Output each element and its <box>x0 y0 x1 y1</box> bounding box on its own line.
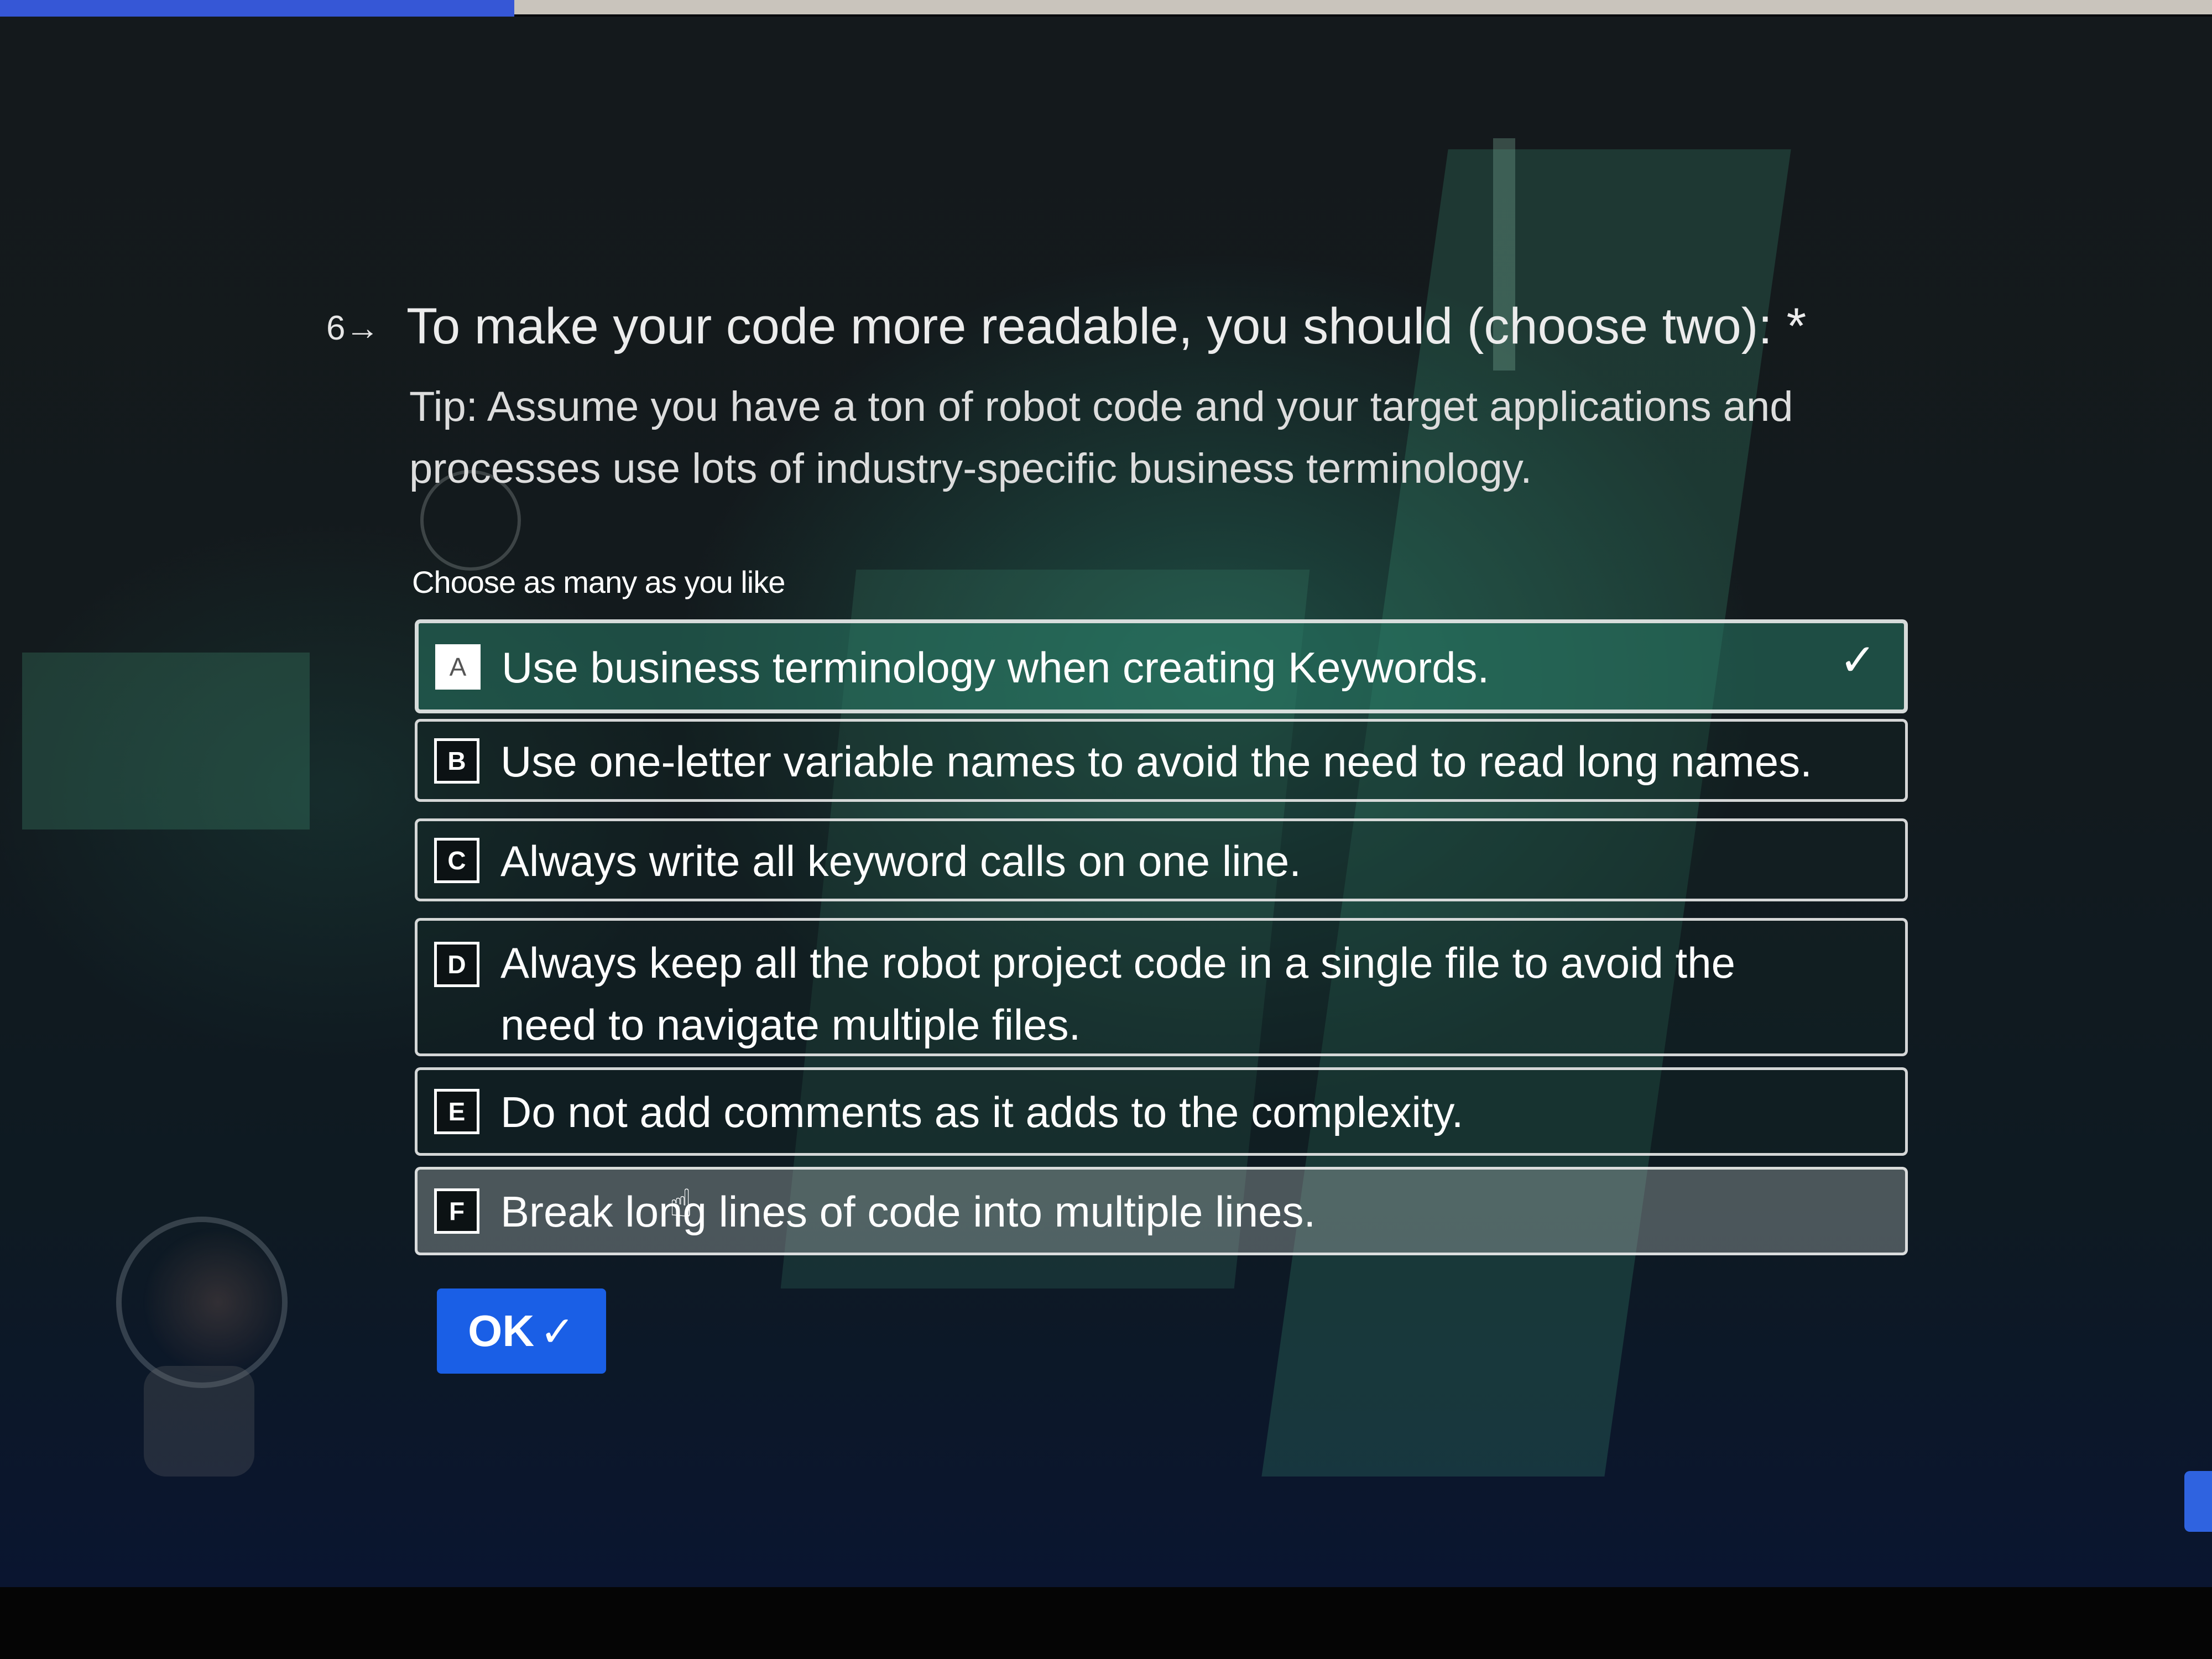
astronaut-illustration <box>116 1217 288 1388</box>
question-tip: Tip: Assume you have a ton of robot code… <box>409 383 1793 492</box>
option-label: Do not add comments as it adds to the co… <box>500 1088 1464 1136</box>
option-key: F <box>434 1188 479 1234</box>
option-key: A <box>435 644 481 690</box>
option-label: Break long lines of code into multiple l… <box>500 1187 1316 1236</box>
option-label: Use one-letter variable names to avoid t… <box>500 737 1812 786</box>
option-key: C <box>434 838 479 883</box>
form-screen: 6→ To make your code more readable, you … <box>0 17 2212 1587</box>
option-a[interactable]: A Use business terminology when creating… <box>415 619 1908 713</box>
option-d[interactable]: D Always keep all the robot project code… <box>415 918 1908 1056</box>
option-key: B <box>434 738 479 784</box>
ok-label: OK <box>468 1306 535 1355</box>
ok-button[interactable]: OK ✓ <box>437 1288 606 1374</box>
option-label: Always keep all the robot project code i… <box>500 938 1735 1049</box>
option-key: D <box>434 942 479 987</box>
monitor-bezel-bottom <box>0 1587 2212 1659</box>
hand-cursor-icon: ☝ <box>669 1182 693 1225</box>
option-label: Use business terminology when creating K… <box>502 643 1490 692</box>
astronaut-body-illustration <box>144 1366 254 1477</box>
side-tab[interactable] <box>2184 1471 2212 1532</box>
option-c[interactable]: C Always write all keyword calls on one … <box>415 818 1908 901</box>
question-title: To make your code more readable, you sho… <box>406 298 1807 354</box>
background-shape <box>22 653 310 830</box>
option-label: Always write all keyword calls on one li… <box>500 837 1301 885</box>
option-e[interactable]: E Do not add comments as it adds to the … <box>415 1067 1908 1156</box>
check-icon: ✓ <box>1839 635 1876 685</box>
question-number: 6→ <box>326 309 380 347</box>
option-f[interactable]: F Break long lines of code into multiple… <box>415 1167 1908 1255</box>
option-key: E <box>434 1089 479 1134</box>
check-icon: ✓ <box>540 1308 575 1355</box>
option-b[interactable]: B Use one-letter variable names to avoid… <box>415 719 1908 802</box>
choose-hint: Choose as many as you like <box>412 565 785 599</box>
